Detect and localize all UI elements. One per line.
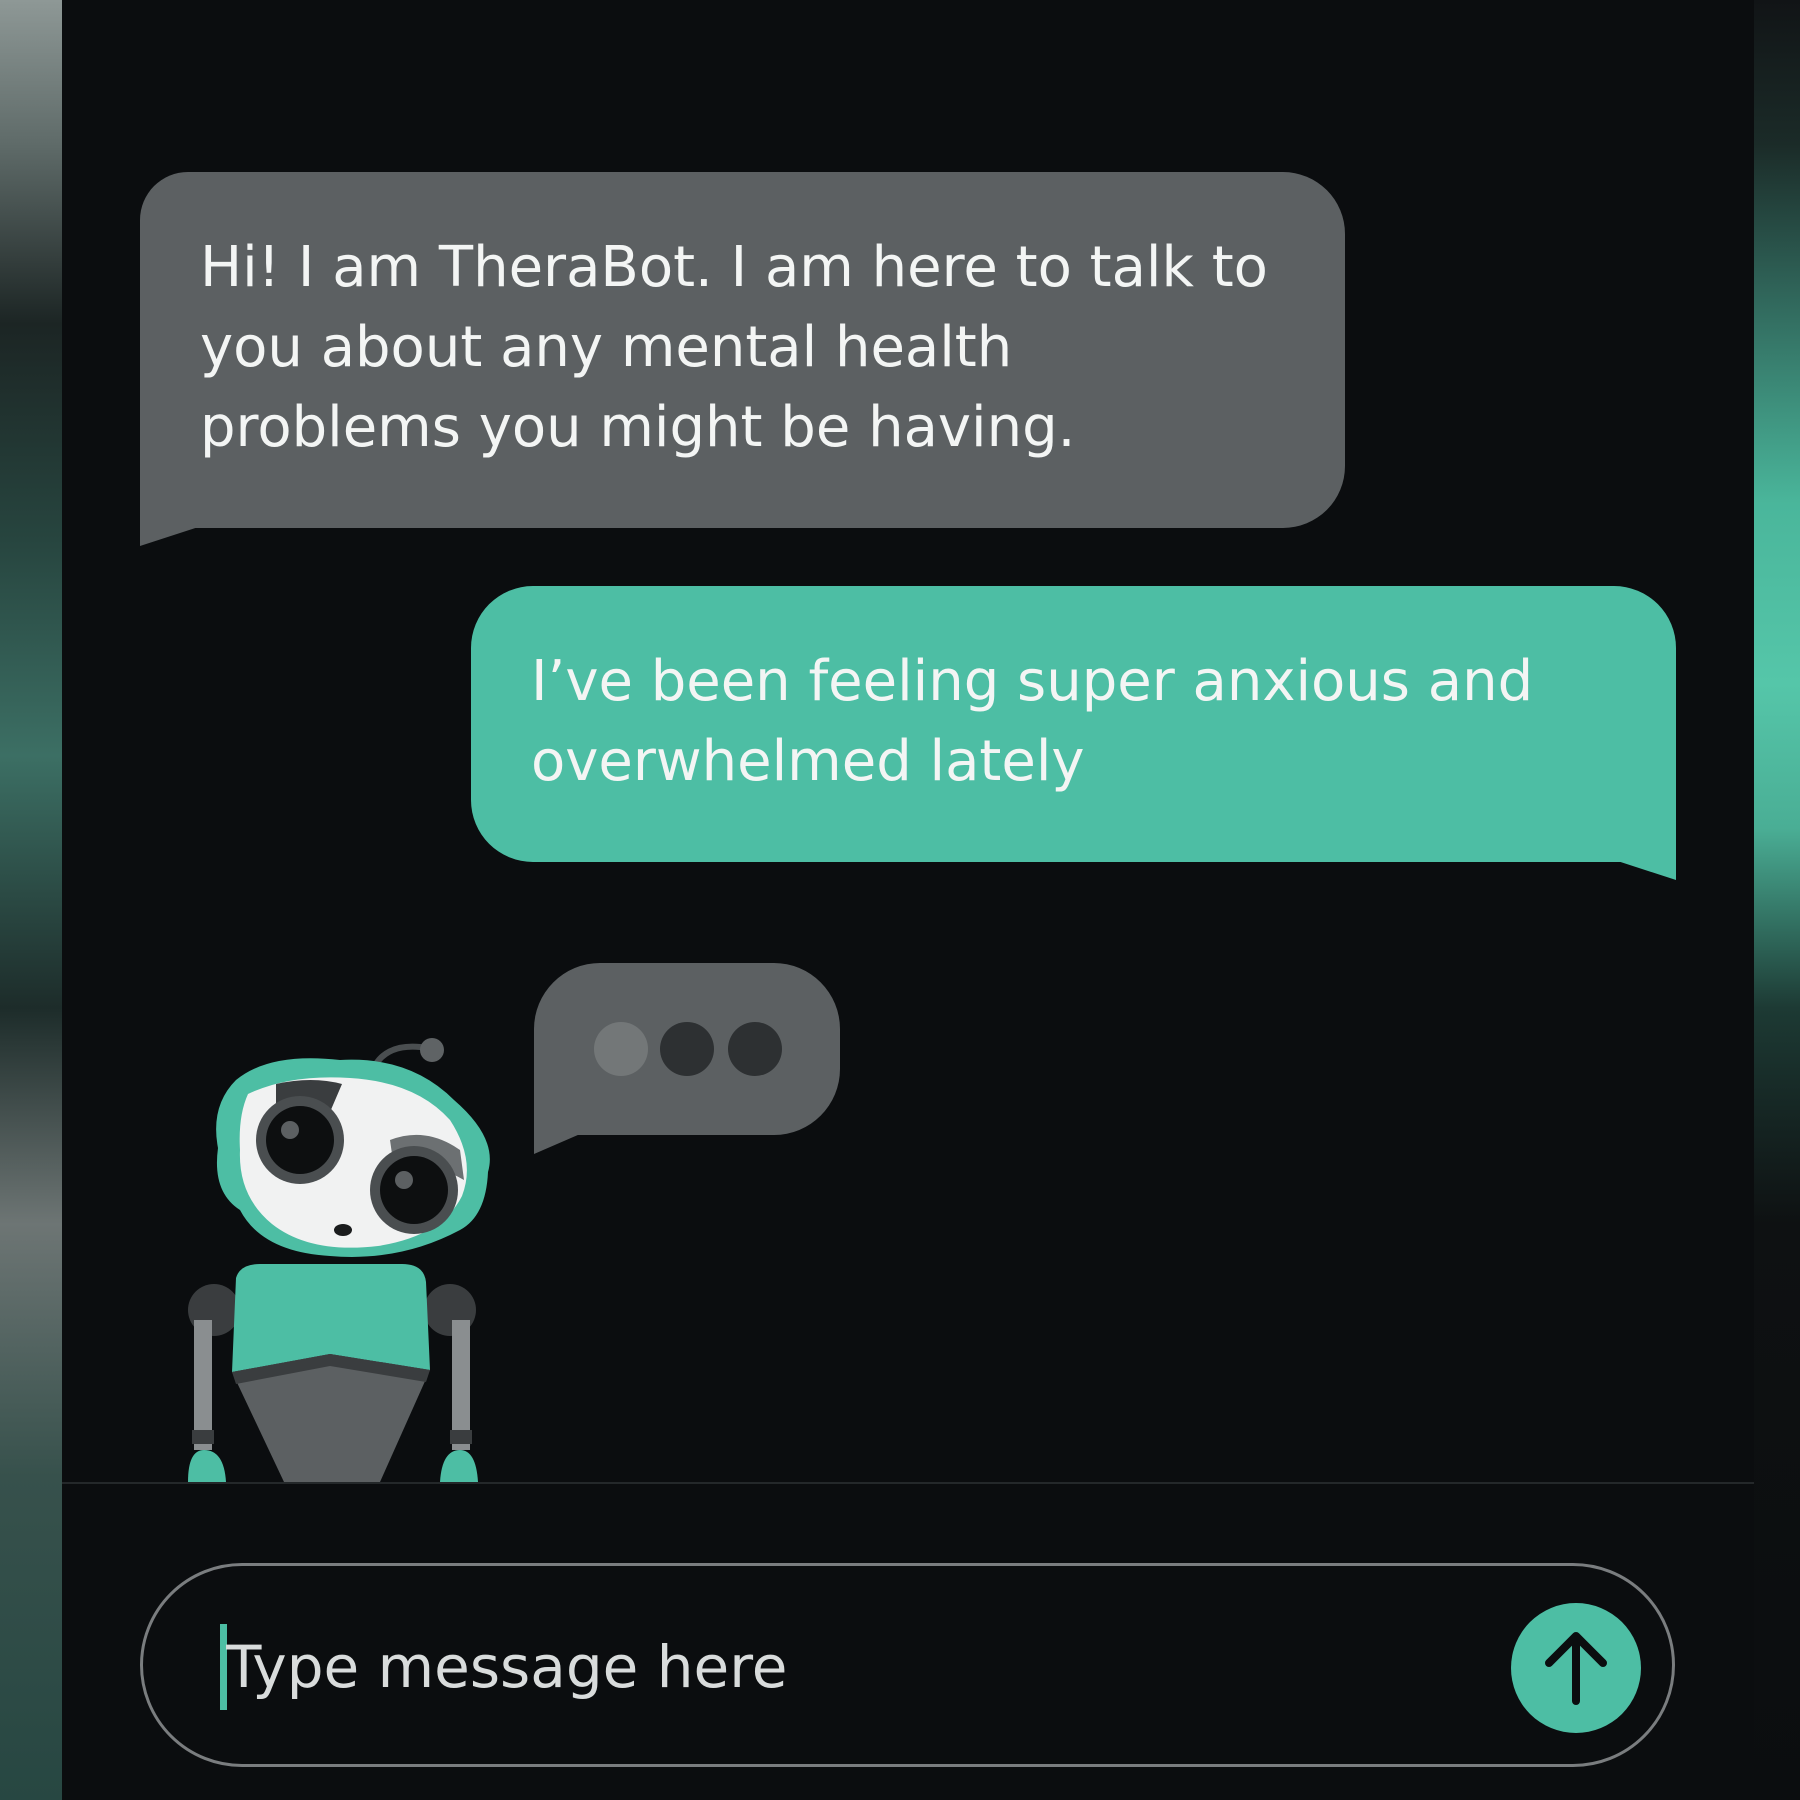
bot-message-bubble: Hi! I am TheraBot. I am here to talk to … (140, 172, 1345, 528)
message-line: overwhelmed lately (531, 729, 1085, 794)
right-blurred-edge (1754, 0, 1800, 1800)
arrow-up-icon (1545, 1632, 1607, 1705)
composer-divider (62, 1482, 1754, 1484)
typing-dot (728, 1022, 782, 1076)
chat-screen: Hi! I am TheraBot. I am here to talk to … (0, 0, 1800, 1800)
message-line: I’ve been feeling super anxious and (531, 649, 1534, 714)
message-line: you about any mental health (200, 315, 1013, 380)
message-line: problems you might be having. (200, 395, 1076, 460)
robot-mascot-icon (188, 1038, 490, 1482)
left-blurred-edge (0, 0, 62, 1800)
user-message-bubble: I’ve been feeling super anxious and over… (471, 586, 1676, 862)
typing-dot (660, 1022, 714, 1076)
typing-dot (594, 1022, 648, 1076)
message-line: Hi! I am TheraBot. I am here to talk to (200, 235, 1268, 300)
send-button[interactable] (1511, 1603, 1641, 1733)
message-input[interactable] (226, 1622, 1476, 1712)
